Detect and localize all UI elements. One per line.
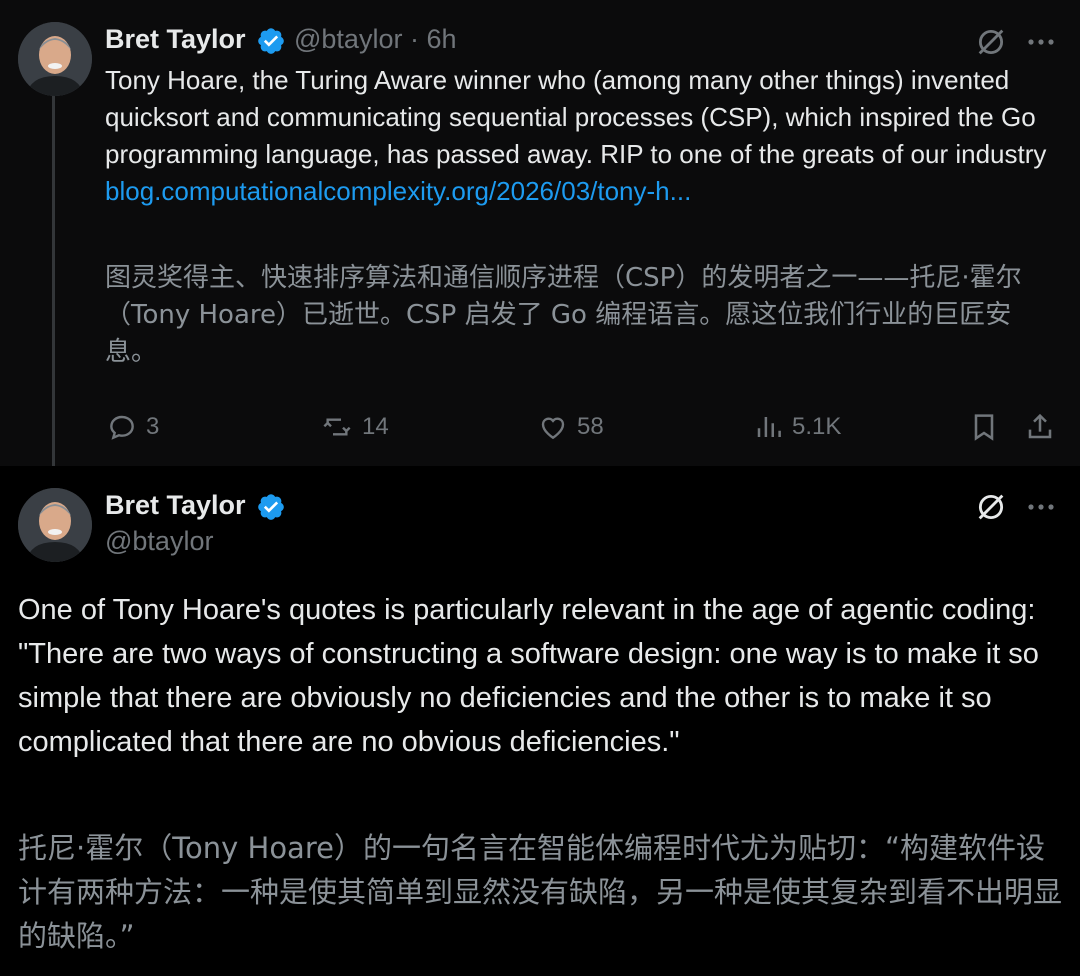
reply-button[interactable]: 3: [106, 407, 159, 447]
like-count: 58: [577, 413, 604, 440]
share-button[interactable]: [1024, 407, 1064, 447]
share-icon: [1028, 413, 1052, 439]
more-icon[interactable]: [1026, 30, 1056, 54]
tweet-translation: 托尼·霍尔（Tony Hoare）的一句名言在智能体编程时代尤为贴切：“构建软件…: [18, 831, 1063, 953]
handle[interactable]: @btaylor · 6h: [294, 24, 457, 55]
views-button[interactable]: 5.1K: [754, 407, 841, 447]
like-icon: [541, 417, 565, 440]
handle[interactable]: @btaylor: [105, 526, 213, 557]
tweet-parent[interactable]: Bret Taylor @btaylor · 6h Tony Hoare, th…: [0, 0, 1080, 480]
avatar[interactable]: [18, 22, 92, 96]
more-icon[interactable]: [1026, 495, 1056, 519]
thread-line: [52, 96, 55, 480]
views-count: 5.1K: [792, 413, 842, 440]
bookmark-button[interactable]: [968, 407, 1008, 447]
repost-button[interactable]: 14: [320, 407, 389, 447]
views-icon: [757, 417, 781, 437]
tweet-translation: 图灵奖得主、快速排序算法和通信顺序进程（CSP）的发明者之一——托尼·霍尔（To…: [105, 263, 1022, 367]
reply-icon: [110, 415, 134, 440]
bookmark-icon: [974, 414, 994, 441]
tweet-link[interactable]: blog.computationalcomplexity.org/2026/03…: [105, 176, 691, 206]
avatar[interactable]: [18, 488, 92, 562]
like-button[interactable]: 58: [537, 407, 604, 447]
reply-count: 3: [146, 413, 160, 440]
author-name[interactable]: Bret Taylor: [105, 490, 246, 521]
author-name[interactable]: Bret Taylor: [105, 24, 246, 55]
tweet-text: One of Tony Hoare's quotes is particular…: [18, 594, 1039, 758]
verified-badge-icon: [258, 494, 284, 520]
grok-icon[interactable]: [974, 490, 1008, 524]
repost-count: 14: [362, 413, 389, 440]
tweet-text: Tony Hoare, the Turing Aware winner who …: [105, 65, 1047, 206]
verified-badge-icon: [258, 28, 284, 54]
grok-icon[interactable]: [974, 25, 1008, 59]
repost-icon: [323, 418, 351, 436]
timestamp[interactable]: 6h: [426, 24, 456, 54]
